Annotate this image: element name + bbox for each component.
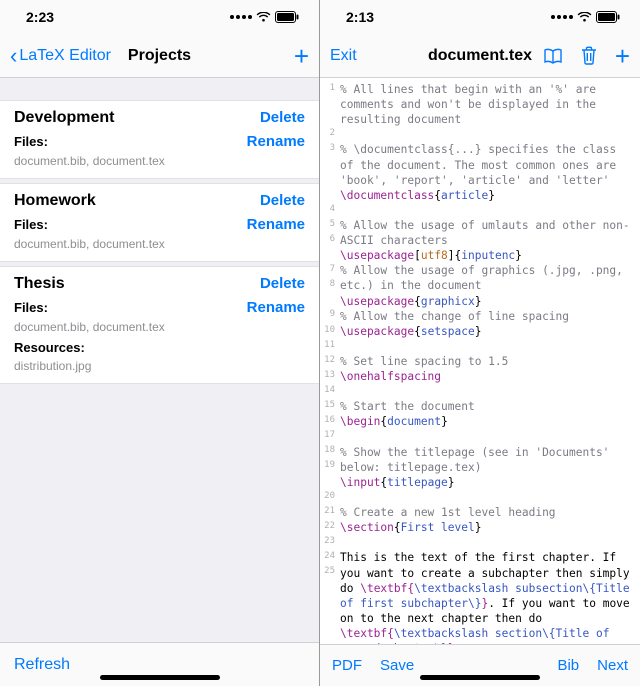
project-card[interactable]: Homework Delete Files: Rename document.b… — [0, 183, 319, 262]
resources-value: distribution.jpg — [14, 359, 305, 373]
status-time: 2:13 — [346, 9, 374, 25]
exit-button[interactable]: Exit — [330, 47, 357, 65]
status-icons — [551, 11, 620, 23]
project-name: Thesis — [14, 275, 65, 293]
code-editor[interactable]: 12 3 45 6 7 8 9 10 1112 131415 161718 19… — [320, 78, 640, 644]
files-value: document.bib, document.tex — [14, 154, 305, 168]
refresh-button[interactable]: Refresh — [14, 656, 70, 674]
files-label: Files: — [14, 217, 48, 232]
project-card[interactable]: Development Delete Files: Rename documen… — [0, 100, 319, 179]
home-indicator — [420, 675, 540, 680]
projects-list: Development Delete Files: Rename documen… — [0, 78, 319, 642]
project-name: Development — [14, 109, 114, 127]
status-icons — [230, 11, 299, 23]
code-body[interactable]: % All lines that begin with an '%' are c… — [338, 78, 640, 644]
delete-button[interactable]: Delete — [260, 275, 305, 292]
files-value: document.bib, document.tex — [14, 320, 305, 334]
wifi-icon — [256, 12, 271, 23]
back-label: LaTeX Editor — [19, 47, 111, 65]
projects-screen: 2:23 ‹ LaTeX Editor Projects + Developme… — [0, 0, 320, 686]
status-time: 2:23 — [26, 9, 54, 25]
status-bar: 2:23 — [0, 0, 319, 34]
trash-icon[interactable] — [581, 46, 597, 65]
book-icon[interactable] — [543, 47, 563, 65]
bib-button[interactable]: Bib — [557, 657, 579, 674]
project-name: Homework — [14, 192, 96, 210]
files-label: Files: — [14, 134, 48, 149]
next-button[interactable]: Next — [597, 657, 628, 674]
delete-button[interactable]: Delete — [260, 109, 305, 126]
editor-screen: 2:13 Exit document.tex + 12 3 45 6 7 8 9… — [320, 0, 640, 686]
line-gutter: 12 3 45 6 7 8 9 10 1112 131415 161718 19… — [320, 78, 338, 644]
editor-content: 12 3 45 6 7 8 9 10 1112 131415 161718 19… — [320, 78, 640, 644]
wifi-icon — [577, 12, 592, 23]
rename-button[interactable]: Rename — [247, 216, 305, 233]
rename-button[interactable]: Rename — [247, 133, 305, 150]
files-label: Files: — [14, 300, 48, 315]
add-button[interactable]: + — [615, 43, 630, 69]
cellular-icon — [551, 15, 573, 19]
chevron-left-icon: ‹ — [10, 45, 17, 67]
delete-button[interactable]: Delete — [260, 192, 305, 209]
nav-bar: Exit document.tex + — [320, 34, 640, 78]
pdf-button[interactable]: PDF — [332, 657, 362, 674]
status-bar: 2:13 — [320, 0, 640, 34]
battery-icon — [275, 11, 299, 23]
files-value: document.bib, document.tex — [14, 237, 305, 251]
battery-icon — [596, 11, 620, 23]
rename-button[interactable]: Rename — [247, 299, 305, 316]
home-indicator — [100, 675, 220, 680]
add-button[interactable]: + — [294, 43, 309, 69]
save-button[interactable]: Save — [380, 657, 414, 674]
resources-label: Resources: — [14, 340, 305, 355]
project-card[interactable]: Thesis Delete Files: Rename document.bib… — [0, 266, 319, 384]
cellular-icon — [230, 15, 252, 19]
nav-bar: ‹ LaTeX Editor Projects + — [0, 34, 319, 78]
back-button[interactable]: ‹ LaTeX Editor — [10, 45, 111, 67]
